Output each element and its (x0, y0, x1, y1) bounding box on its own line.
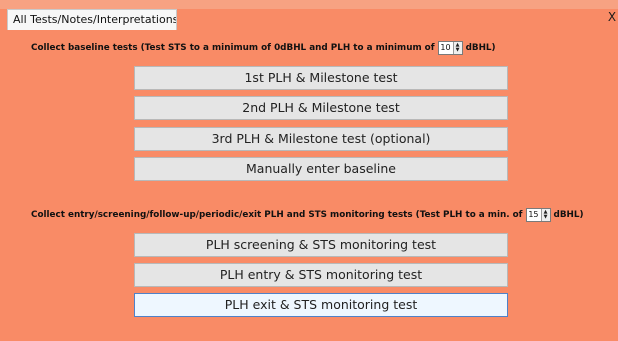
tab-label: All Tests/Notes/Interpretations (13, 13, 177, 26)
monitoring-unit-label: dBHL) (553, 210, 584, 220)
baseline-spinner-arrows[interactable]: ▲ ▼ (452, 42, 462, 54)
first-plh-milestone-test-button[interactable]: 1st PLH & Milestone test (134, 66, 508, 90)
monitoring-instruction-text: Collect entry/screening/follow-up/period… (31, 210, 523, 220)
plh-exit-sts-monitoring-test-button[interactable]: PLH exit & STS monitoring test (134, 293, 508, 317)
third-plh-milestone-test-button[interactable]: 3rd PLH & Milestone test (optional) (134, 127, 508, 151)
monitoring-plh-minimum-value[interactable]: 15 (527, 209, 541, 221)
spinner-down-icon[interactable]: ▼ (544, 215, 548, 220)
monitoring-spinner-arrows[interactable]: ▲ ▼ (540, 209, 550, 221)
baseline-unit-label: dBHL) (465, 43, 496, 53)
baseline-instruction-text: Collect baseline tests (Test STS to a mi… (31, 43, 435, 53)
baseline-instruction: Collect baseline tests (Test STS to a mi… (31, 41, 496, 55)
monitoring-plh-minimum-spinner[interactable]: 15 ▲ ▼ (525, 208, 551, 222)
monitoring-instruction: Collect entry/screening/follow-up/period… (31, 208, 584, 222)
plh-entry-sts-monitoring-test-button[interactable]: PLH entry & STS monitoring test (134, 263, 508, 287)
tab-all-tests-notes-interpretations[interactable]: All Tests/Notes/Interpretations (7, 9, 177, 30)
baseline-plh-minimum-value[interactable]: 10 (439, 42, 453, 54)
close-icon[interactable]: X (606, 9, 618, 25)
spinner-down-icon[interactable]: ▼ (456, 48, 460, 53)
second-plh-milestone-test-button[interactable]: 2nd PLH & Milestone test (134, 96, 508, 120)
top-strip (0, 0, 618, 9)
plh-screening-sts-monitoring-test-button[interactable]: PLH screening & STS monitoring test (134, 233, 508, 257)
tests-panel: All Tests/Notes/Interpretations X Collec… (0, 0, 618, 341)
manually-enter-baseline-button[interactable]: Manually enter baseline (134, 157, 508, 181)
baseline-plh-minimum-spinner[interactable]: 10 ▲ ▼ (437, 41, 463, 55)
